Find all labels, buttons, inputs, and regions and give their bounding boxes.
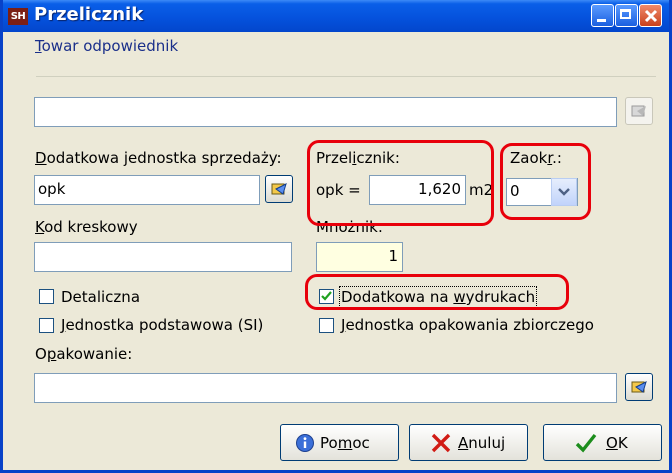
ok-check-icon [575, 433, 597, 453]
barcode-label: Kod kreskowy [35, 218, 138, 236]
retail-checkbox[interactable] [39, 289, 54, 304]
window-title: Przelicznik [34, 4, 144, 25]
title-bar[interactable]: SH Przelicznik [3, 0, 669, 32]
close-button[interactable] [639, 4, 662, 27]
lookup-icon [631, 381, 647, 393]
cancel-label: Anuluj [458, 434, 506, 452]
base-unit-checkbox[interactable] [39, 318, 54, 333]
highlight-rounding [500, 143, 591, 220]
highlight-print-checkbox [305, 274, 569, 310]
info-icon [296, 434, 314, 452]
cancel-button[interactable]: Anuluj [409, 424, 528, 461]
group-label: Towar odpowiednik [35, 37, 179, 55]
packaging-label: Opakowanie: [35, 345, 133, 363]
lookup-icon [271, 183, 287, 195]
packaging-lookup-button[interactable] [625, 373, 653, 401]
unit-lookup-button[interactable] [265, 175, 293, 203]
related-product-field[interactable] [34, 97, 617, 127]
ok-button[interactable]: OK [543, 424, 662, 461]
help-button[interactable]: Pomoc [280, 424, 399, 461]
multiplier-field[interactable]: 1 [316, 242, 403, 272]
retail-label: Detaliczna [61, 288, 141, 306]
maximize-button[interactable] [615, 4, 638, 27]
bulk-unit-checkbox[interactable] [319, 318, 334, 333]
ok-label: OK [606, 434, 628, 452]
base-unit-label: Jednostka podstawowa (SI) [61, 316, 264, 334]
group-divider [36, 76, 656, 77]
przelicznik-dialog: SH Przelicznik Towar odpowiednik Dodatko… [0, 0, 672, 473]
minimize-button[interactable] [591, 4, 614, 27]
packaging-field[interactable] [34, 373, 617, 403]
barcode-field[interactable] [34, 242, 292, 272]
unit-field[interactable]: opk [34, 175, 260, 205]
related-product-lookup-button[interactable] [625, 97, 653, 125]
help-label: Pomoc [320, 434, 370, 452]
cancel-x-icon [431, 433, 451, 453]
lookup-icon [631, 105, 646, 117]
app-icon: SH [8, 8, 28, 25]
unit-label: Dodatkowa jednostka sprzedaży: [35, 149, 282, 167]
highlight-converter [307, 140, 494, 226]
bulk-unit-label: Jednostka opakowania zbiorczego [341, 316, 594, 334]
close-icon [644, 9, 658, 23]
